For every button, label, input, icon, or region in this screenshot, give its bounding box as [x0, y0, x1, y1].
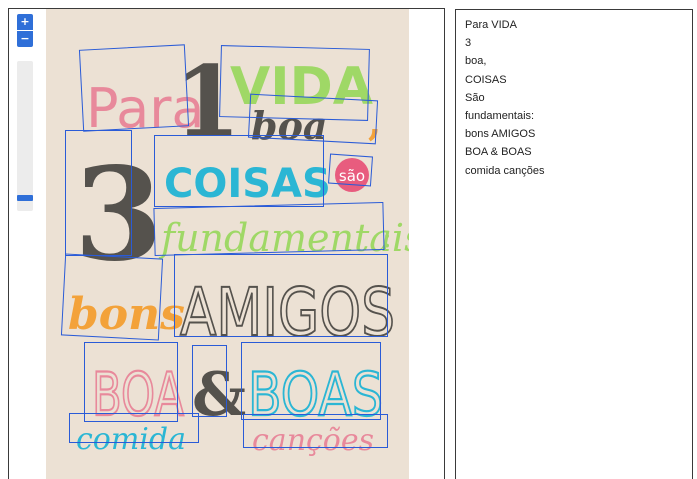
recognized-text-list: Para VIDA 3 boa, COISAS São fundamentais: bons…	[465, 16, 692, 180]
zoom-slider-thumb[interactable]	[17, 195, 33, 201]
ocr-box-fundamentais[interactable]	[153, 201, 385, 257]
zoom-in-button[interactable]: +	[17, 14, 33, 30]
ocr-box-ampersand[interactable]	[192, 345, 227, 417]
recognized-text-line[interactable]: fundamentais:	[465, 107, 692, 125]
ocr-box-comida[interactable]	[69, 413, 199, 443]
zoom-out-button[interactable]: −	[17, 31, 33, 47]
ocr-box-bons[interactable]	[60, 253, 164, 341]
recognized-text-line[interactable]: Para VIDA	[465, 16, 692, 34]
recognized-text-line[interactable]: COISAS	[465, 71, 692, 89]
zoom-slider-track[interactable]	[17, 61, 33, 211]
recognized-text-line[interactable]: São	[465, 89, 692, 107]
ocr-box-boa-upper[interactable]	[84, 342, 178, 422]
ocr-box-para[interactable]	[78, 44, 190, 132]
recognized-text-line[interactable]: BOA & BOAS	[465, 143, 692, 161]
ocr-box-sao[interactable]	[328, 153, 373, 187]
ocr-viewer-app: 1 Para VIDA boa , 3 COISAS são fundament…	[0, 0, 697, 479]
ocr-box-coisas[interactable]	[154, 135, 324, 207]
recognized-text-line[interactable]: comida canções	[465, 162, 692, 180]
recognized-text-line[interactable]: 3	[465, 34, 692, 52]
ocr-box-three[interactable]	[65, 130, 132, 256]
ocr-box-boas-upper[interactable]	[241, 342, 381, 420]
recognized-text-line[interactable]: boa,	[465, 52, 692, 70]
ocr-box-cancoes[interactable]	[243, 414, 388, 448]
recognized-text-panel[interactable]: Para VIDA 3 boa, COISAS São fundamentais: bons…	[455, 9, 693, 479]
image-viewer-panel[interactable]: 1 Para VIDA boa , 3 COISAS são fundament…	[8, 8, 445, 479]
ocr-box-amigos[interactable]	[174, 254, 388, 337]
recognized-text-line[interactable]: bons AMIGOS	[465, 125, 692, 143]
